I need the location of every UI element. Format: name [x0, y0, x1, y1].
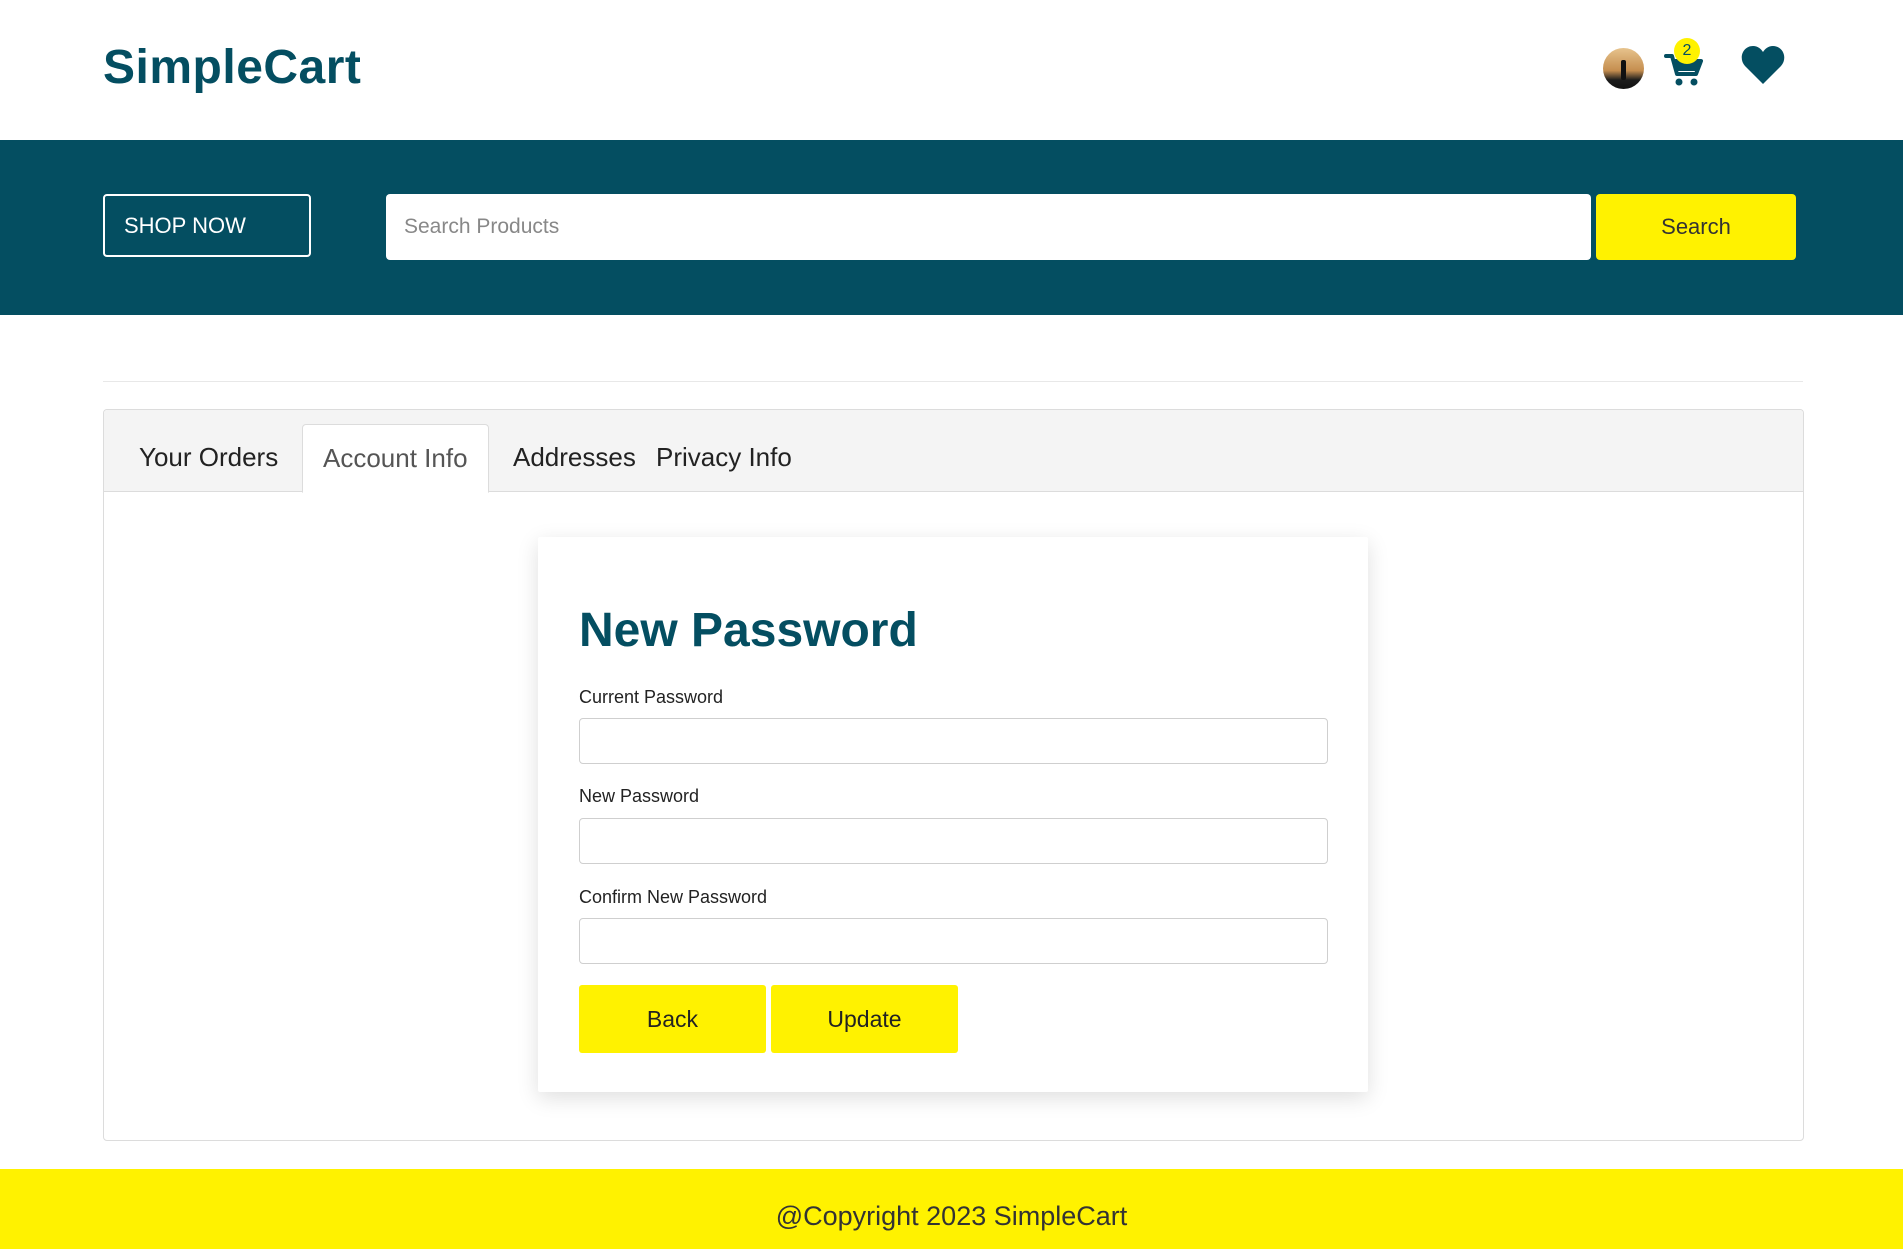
copyright-text: @Copyright 2023 SimpleCart	[775, 1201, 1128, 1231]
avatar-figure	[1621, 60, 1626, 80]
new-password-card: New Password Current Password New Passwo…	[538, 537, 1368, 1092]
current-password-field[interactable]	[579, 718, 1328, 764]
shop-now-button[interactable]: SHOP NOW	[103, 194, 311, 257]
site-header: SimpleCart 2	[0, 0, 1903, 140]
tab-addresses[interactable]: Addresses	[493, 424, 656, 492]
tab-account-info[interactable]: Account Info	[302, 424, 489, 493]
user-avatar[interactable]	[1603, 48, 1644, 89]
new-password-field[interactable]	[579, 818, 1328, 864]
form-title: New Password	[579, 604, 918, 657]
tab-privacy-info[interactable]: Privacy Info	[636, 424, 812, 492]
site-logo[interactable]: SimpleCart	[103, 40, 361, 95]
tab-bar: Your Orders Account Info Addresses Priva…	[104, 410, 1803, 493]
search-button[interactable]: Search	[1596, 194, 1796, 260]
cart-count-badge: 2	[1674, 38, 1700, 64]
heart-icon[interactable]	[1740, 44, 1786, 86]
section-divider	[103, 381, 1803, 382]
confirm-password-label: Confirm New Password	[579, 887, 768, 907]
search-input[interactable]: Search Products	[386, 194, 1591, 260]
current-password-label: Current Password	[579, 687, 724, 707]
confirm-password-field[interactable]	[579, 918, 1328, 964]
back-button[interactable]: Back	[579, 985, 766, 1053]
site-footer: @Copyright 2023 SimpleCart	[0, 1169, 1903, 1249]
update-button[interactable]: Update	[771, 985, 958, 1053]
new-password-label: New Password	[579, 786, 700, 806]
tab-your-orders[interactable]: Your Orders	[119, 424, 298, 492]
